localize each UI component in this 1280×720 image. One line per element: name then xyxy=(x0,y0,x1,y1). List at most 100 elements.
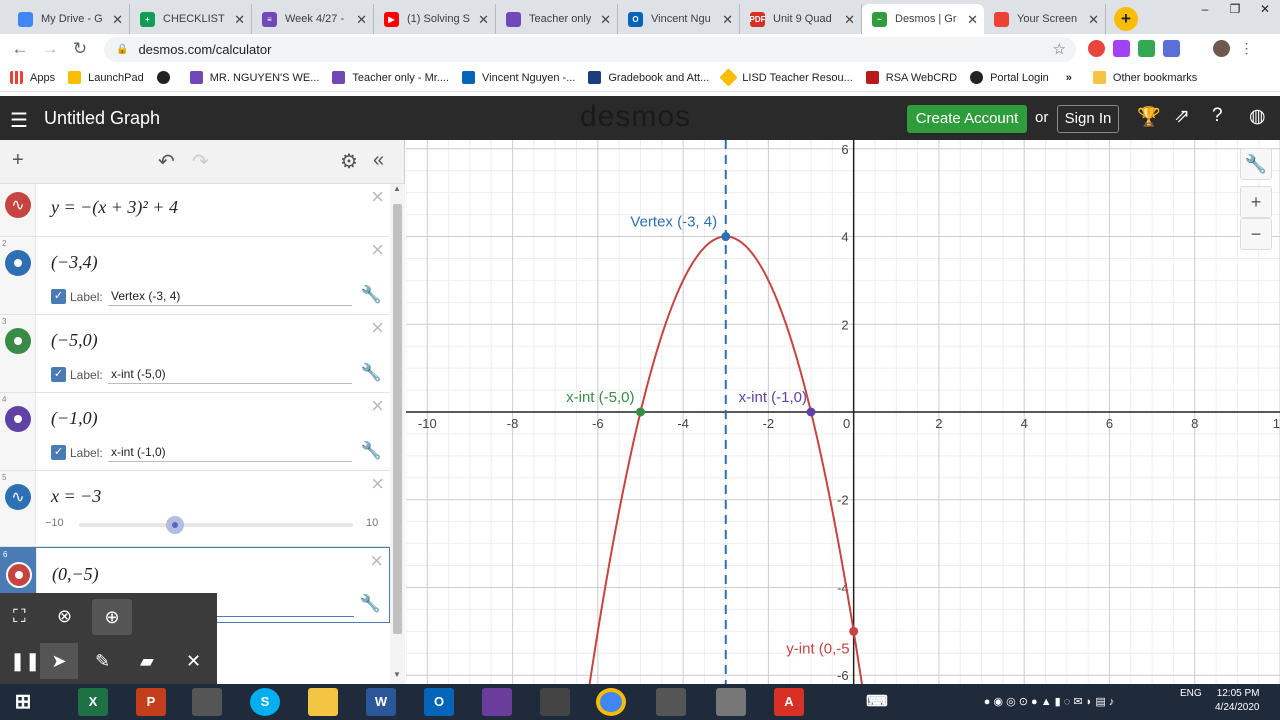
browser-tab[interactable]: ≡ Week 4/27 - ✕ xyxy=(252,4,374,34)
pen-icon[interactable]: ✎ xyxy=(95,651,110,672)
expression-latex[interactable]: x = −3 xyxy=(51,486,101,507)
browser-tab[interactable]: + CHECKLIST ✕ xyxy=(130,4,252,34)
scrollbar-thumb[interactable] xyxy=(393,204,402,634)
acrobat-icon[interactable]: A xyxy=(774,688,804,716)
graph-title[interactable]: Untitled Graph xyxy=(44,108,160,129)
label-checkbox[interactable]: ✓ xyxy=(51,367,66,382)
hamburger-menu-icon[interactable]: ☰ xyxy=(10,108,28,133)
bookmark-apps[interactable]: Apps xyxy=(10,71,55,84)
extension-icon[interactable] xyxy=(1088,40,1105,57)
headset-app-icon[interactable] xyxy=(482,688,512,716)
more-bookmarks-icon[interactable]: » xyxy=(1066,72,1072,84)
point-icon[interactable] xyxy=(6,562,32,588)
close-tab-icon[interactable]: ✕ xyxy=(967,12,978,28)
expression-item[interactable]: 5 ∿ x = −3 × −10 10 xyxy=(0,471,390,547)
extension-icon[interactable] xyxy=(1138,40,1155,57)
excel-icon[interactable]: X xyxy=(78,688,108,716)
close-window-icon[interactable]: ✕ xyxy=(1250,0,1280,20)
wrench-icon[interactable]: 🔧 xyxy=(360,594,381,614)
browser-tab-active[interactable]: ~ Desmos | Gr ✕ xyxy=(862,4,984,34)
close-tab-icon[interactable]: ✕ xyxy=(600,12,611,28)
label-input[interactable]: Vertex (-3, 4) xyxy=(108,289,352,306)
add-expression-icon[interactable]: + xyxy=(12,149,24,172)
collapse-panel-icon[interactable]: « xyxy=(373,149,384,172)
browser-tab[interactable]: Your Screen ✕ xyxy=(984,4,1106,34)
expression-latex[interactable]: (−3,4) xyxy=(51,252,98,273)
slider-min[interactable]: −10 xyxy=(45,517,64,529)
pointer-icon[interactable]: ➤ xyxy=(40,643,78,679)
bookmark-item[interactable]: Vincent Nguyen -... xyxy=(462,71,575,84)
snipping-icon[interactable] xyxy=(192,688,222,716)
close-tab-icon[interactable]: ✕ xyxy=(844,12,855,28)
expression-item[interactable]: 2 (−3,4) × ✓ Label: Vertex (-3, 4) 🔧 xyxy=(0,237,390,315)
restore-icon[interactable]: ❐ xyxy=(1220,0,1250,20)
share-icon[interactable]: ⇗ xyxy=(1174,105,1190,128)
expression-latex[interactable]: (−5,0) xyxy=(51,330,98,351)
calculator-icon[interactable] xyxy=(540,688,570,716)
powerpoint-icon[interactable]: P xyxy=(136,688,166,716)
zoom-in-icon[interactable]: + xyxy=(1240,186,1272,218)
expression-item[interactable]: 3 (−5,0) × ✓ Label: x-int (-5,0) 🔧 xyxy=(0,315,390,393)
graph-svg[interactable]: -10-8-6-4-20246810-6-4-2246Vertex (-3, 4… xyxy=(406,140,1280,684)
function-graph-icon[interactable]: ∿ xyxy=(5,192,31,218)
label-checkbox[interactable]: ✓ xyxy=(51,445,66,460)
expression-latex[interactable]: (0,−5) xyxy=(52,564,99,585)
close-tab-icon[interactable]: ✕ xyxy=(478,12,489,28)
point-icon[interactable] xyxy=(5,250,31,276)
extension-icon[interactable] xyxy=(1163,40,1180,57)
close-tab-icon[interactable]: ✕ xyxy=(234,12,245,28)
chrome-menu-icon[interactable]: ⋮ xyxy=(1238,40,1255,57)
expression-latex[interactable]: (−1,0) xyxy=(51,408,98,429)
delete-expression-icon[interactable]: × xyxy=(371,184,384,210)
help-icon[interactable]: ? xyxy=(1212,105,1223,127)
slider-thumb[interactable] xyxy=(165,516,184,534)
create-account-button[interactable]: Create Account xyxy=(907,105,1027,133)
extension-icon[interactable] xyxy=(1188,40,1205,57)
close-recorder-icon[interactable]: ✕ xyxy=(186,651,201,672)
browser-tab[interactable]: My Drive - G ✕ xyxy=(8,4,130,34)
keyboard-icon[interactable]: ⌨ xyxy=(862,688,892,716)
highlighter-icon[interactable]: ▰ xyxy=(140,651,154,672)
browser-tab[interactable]: PDF Unit 9 Quad ✕ xyxy=(740,4,862,34)
outlook-icon[interactable]: O xyxy=(424,688,454,716)
pause-icon[interactable]: ❚❚ xyxy=(10,651,40,672)
address-bar[interactable]: 🔒 desmos.com/calculator ☆ xyxy=(104,37,1076,62)
language-indicator[interactable]: ENG xyxy=(1180,688,1202,699)
bookmark-item[interactable]: MR. NGUYEN'S WE... xyxy=(189,71,319,84)
tray-icons[interactable]: ● ◉ ◎ ⊙ ● ▲ ▮ ◌ ✉ ◗ ▤ ♪ xyxy=(924,688,1174,716)
forward-icon[interactable]: → xyxy=(35,39,65,59)
back-icon[interactable]: ← xyxy=(5,39,35,59)
language-globe-icon[interactable]: ◍ xyxy=(1249,105,1266,128)
zoom-icon[interactable]: ⊕ xyxy=(92,599,132,635)
bookmark-other[interactable]: Other bookmarks xyxy=(1092,71,1197,84)
expression-item[interactable]: ∿ y = −(x + 3)² + 4 × xyxy=(0,184,390,237)
slider-track[interactable] xyxy=(79,523,353,527)
bookmark-launchpad[interactable]: LaunchPad xyxy=(68,71,144,84)
system-clock[interactable]: 12:05 PM 4/24/2020 xyxy=(1215,687,1260,715)
bookmark-item[interactable] xyxy=(156,71,177,84)
close-tab-icon[interactable]: ✕ xyxy=(356,12,367,28)
extension-icon[interactable] xyxy=(1113,40,1130,57)
browser-tab[interactable]: O Vincent Ngu ✕ xyxy=(618,4,740,34)
browser-tab[interactable]: ▶ (1) Solving S ✕ xyxy=(374,4,496,34)
browser-tab[interactable]: Teacher only ✕ xyxy=(496,4,618,34)
skype-icon[interactable]: S xyxy=(250,688,280,716)
sign-in-button[interactable]: Sign In xyxy=(1057,105,1119,133)
webcam-icon[interactable]: ⊗ xyxy=(57,606,72,627)
scroll-down-icon[interactable]: ▼ xyxy=(393,670,401,679)
word-icon[interactable]: W xyxy=(366,688,396,716)
point-icon[interactable] xyxy=(5,406,31,432)
graph-settings-wrench-icon[interactable]: 🔧 xyxy=(1240,148,1272,180)
wrench-icon[interactable]: 🔧 xyxy=(361,441,382,461)
line-graph-icon[interactable]: ∿ xyxy=(5,484,31,510)
bookmark-item[interactable]: Teacher only - Mr.... xyxy=(332,71,449,84)
close-tab-icon[interactable]: ✕ xyxy=(1088,12,1099,28)
delete-expression-icon[interactable]: × xyxy=(370,548,383,574)
label-input[interactable]: x-int (-5,0) xyxy=(108,367,352,384)
scroll-up-icon[interactable]: ▲ xyxy=(393,184,401,193)
settings-gear-icon[interactable]: ⚙ xyxy=(340,149,358,174)
expression-latex[interactable]: y = −(x + 3)² + 4 xyxy=(51,197,178,218)
pen-app-icon[interactable] xyxy=(656,688,686,716)
expression-item[interactable]: 4 (−1,0) × ✓ Label: x-int (-1,0) 🔧 xyxy=(0,393,390,471)
minimize-icon[interactable]: – xyxy=(1190,0,1220,20)
